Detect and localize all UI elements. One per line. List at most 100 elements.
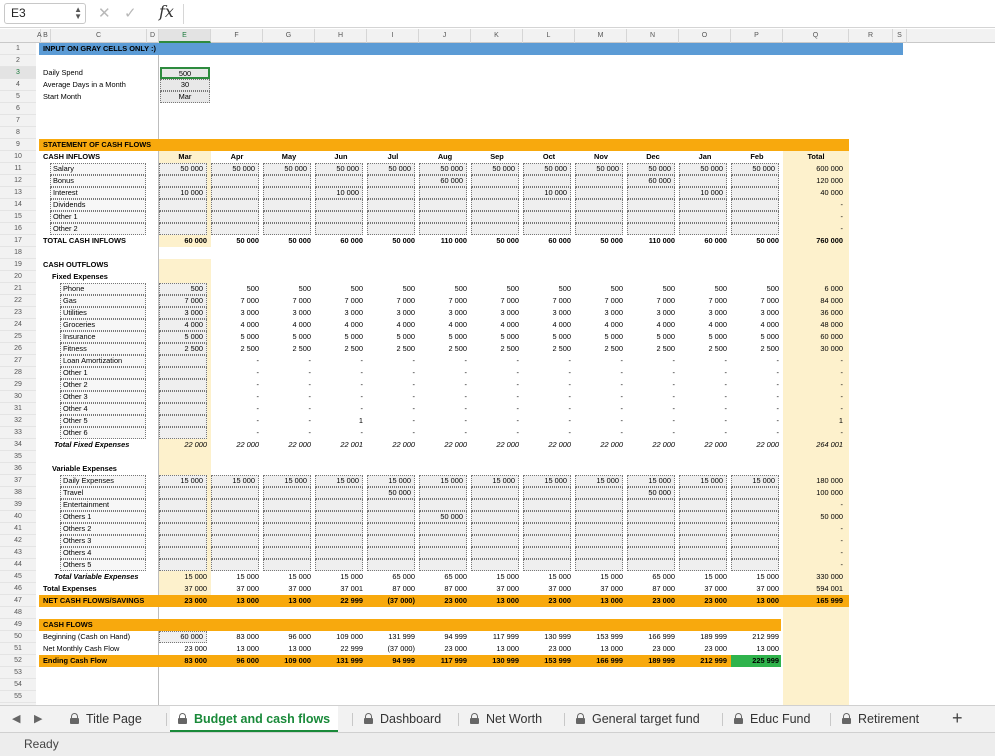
variable-expense-value[interactable]	[679, 511, 727, 523]
variable-expense-value[interactable]	[523, 535, 571, 547]
variable-expense-value[interactable]	[627, 499, 675, 511]
row-header-48[interactable]: 48	[0, 607, 36, 619]
inflow-label[interactable]: Bonus	[50, 175, 146, 187]
inflow-value[interactable]	[575, 175, 623, 187]
inflow-value[interactable]	[679, 211, 727, 223]
name-box[interactable]: E3 ▲ ▼	[4, 3, 86, 24]
inflow-value[interactable]	[211, 223, 259, 235]
column-header-k[interactable]: K	[471, 29, 523, 43]
inflow-value[interactable]: 50 000	[523, 163, 571, 175]
variable-expense-value[interactable]	[575, 535, 623, 547]
row-header-3[interactable]: 3	[0, 67, 36, 79]
row-header-5[interactable]: 5	[0, 91, 36, 103]
variable-expense-value[interactable]	[263, 547, 311, 559]
variable-expense-value[interactable]: 15 000	[211, 475, 259, 487]
variable-expense-value[interactable]	[471, 559, 519, 571]
variable-expense-value[interactable]: 15 000	[731, 475, 779, 487]
inflow-value[interactable]	[471, 223, 519, 235]
fixed-expense-label[interactable]: Utilities	[60, 307, 146, 319]
inflow-value[interactable]: 50 000	[419, 163, 467, 175]
variable-expense-value[interactable]	[211, 535, 259, 547]
inflow-value[interactable]	[263, 187, 311, 199]
inflow-value[interactable]	[419, 187, 467, 199]
inflow-value[interactable]: 10 000	[159, 187, 207, 199]
inflow-value[interactable]	[731, 223, 779, 235]
column-header-o[interactable]: O	[679, 29, 731, 43]
variable-expense-value[interactable]	[731, 511, 779, 523]
row-header-33[interactable]: 33	[0, 427, 36, 439]
variable-expense-value[interactable]	[211, 559, 259, 571]
variable-expense-value[interactable]	[523, 511, 571, 523]
variable-expense-value[interactable]	[627, 559, 675, 571]
row-header-28[interactable]: 28	[0, 367, 36, 379]
inflow-label[interactable]: Other 2	[50, 223, 146, 235]
variable-expense-value[interactable]	[731, 535, 779, 547]
fixed-expense-label[interactable]: Other 6	[60, 427, 146, 439]
inflow-value[interactable]	[367, 223, 415, 235]
add-sheet-icon[interactable]: +	[952, 708, 963, 729]
fixed-expense-value[interactable]: 2 500	[159, 343, 207, 355]
inflow-value[interactable]	[159, 175, 207, 187]
inflow-value[interactable]: 50 000	[627, 163, 675, 175]
row-header-23[interactable]: 23	[0, 307, 36, 319]
variable-expense-value[interactable]	[575, 487, 623, 499]
inflow-value[interactable]	[315, 223, 363, 235]
variable-expense-value[interactable]	[627, 547, 675, 559]
row-header-4[interactable]: 4	[0, 79, 36, 91]
variable-expense-value[interactable]	[575, 523, 623, 535]
row-header-30[interactable]: 30	[0, 391, 36, 403]
column-header-j[interactable]: J	[419, 29, 471, 43]
variable-expense-value[interactable]	[471, 511, 519, 523]
fixed-expense-value[interactable]: 500	[159, 283, 207, 295]
worksheet-grid[interactable]: ABCDEFGHIJKLMNOPQRS 1 2 3 4 5 6 7 8 9 10 11 12 13 14 1…	[0, 29, 995, 705]
variable-expense-value[interactable]	[627, 535, 675, 547]
inflow-value[interactable]	[211, 199, 259, 211]
variable-expense-value[interactable]	[263, 559, 311, 571]
fixed-expense-value[interactable]: 3 000	[159, 307, 207, 319]
inflow-value[interactable]	[575, 223, 623, 235]
inflow-value[interactable]: 60 000	[627, 175, 675, 187]
variable-expense-value[interactable]	[211, 547, 259, 559]
variable-expense-value[interactable]: 15 000	[523, 475, 571, 487]
inflow-value[interactable]: 50 000	[731, 163, 779, 175]
variable-expense-value[interactable]	[679, 487, 727, 499]
inflow-value[interactable]	[627, 211, 675, 223]
row-header-47[interactable]: 47	[0, 595, 36, 607]
sheet-tab-net-worth[interactable]: Net Worth	[462, 706, 550, 732]
variable-expense-label[interactable]: Others 5	[60, 559, 146, 571]
variable-expense-value[interactable]	[471, 547, 519, 559]
variable-expense-value[interactable]	[627, 511, 675, 523]
inflow-value[interactable]	[211, 211, 259, 223]
row-header-18[interactable]: 18	[0, 247, 36, 259]
row-header-9[interactable]: 9	[0, 139, 36, 151]
row-header-50[interactable]: 50	[0, 631, 36, 643]
variable-expense-value[interactable]	[211, 487, 259, 499]
sheet-tab-budget-and-cash-flows[interactable]: Budget and cash flows	[170, 706, 339, 732]
variable-expense-value[interactable]	[679, 499, 727, 511]
variable-expense-label[interactable]: Travel	[60, 487, 146, 499]
row-header-7[interactable]: 7	[0, 115, 36, 127]
inflow-value[interactable]: 50 000	[679, 163, 727, 175]
inflow-value[interactable]	[315, 211, 363, 223]
row-header-55[interactable]: 55	[0, 691, 36, 703]
fixed-expense-value[interactable]: 7 000	[159, 295, 207, 307]
row-header-21[interactable]: 21	[0, 283, 36, 295]
variable-expense-value[interactable]	[367, 499, 415, 511]
variable-expense-label[interactable]: Entertainment	[60, 499, 146, 511]
row-header-16[interactable]: 16	[0, 223, 36, 235]
row-header-40[interactable]: 40	[0, 511, 36, 523]
variable-expense-value[interactable]	[679, 547, 727, 559]
row-header-6[interactable]: 6	[0, 103, 36, 115]
variable-expense-value[interactable]	[263, 487, 311, 499]
variable-expense-value[interactable]	[523, 559, 571, 571]
row-header-41[interactable]: 41	[0, 523, 36, 535]
variable-expense-value[interactable]	[159, 499, 207, 511]
fixed-expense-label[interactable]: Other 2	[60, 379, 146, 391]
variable-expense-value[interactable]	[159, 559, 207, 571]
variable-expense-value[interactable]: 50 000	[419, 511, 467, 523]
inflow-value[interactable]	[367, 211, 415, 223]
fixed-expense-value[interactable]	[159, 367, 207, 379]
inflow-value[interactable]: 50 000	[159, 163, 207, 175]
row-header-39[interactable]: 39	[0, 499, 36, 511]
variable-expense-value[interactable]	[419, 559, 467, 571]
